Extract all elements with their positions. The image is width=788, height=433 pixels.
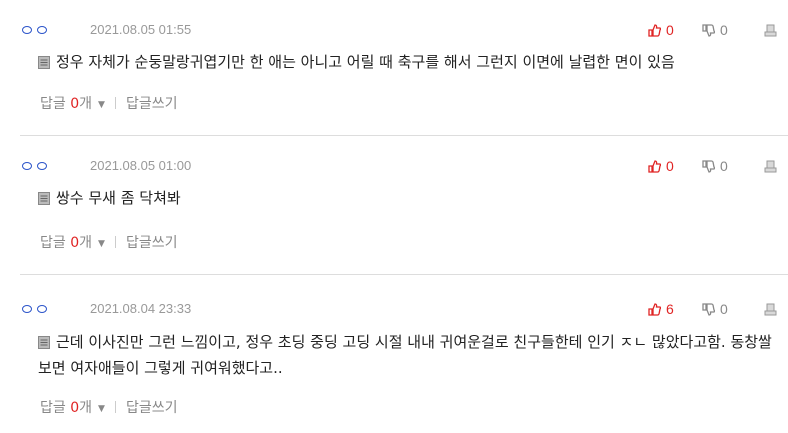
- report-icon[interactable]: [763, 159, 778, 173]
- comment-footer: 답글 0개 ▼ 답글쓰기: [40, 397, 177, 417]
- reply-label: 답글: [40, 400, 66, 416]
- reply-count: 0: [70, 235, 80, 251]
- thumbs-up-icon[interactable]: [648, 303, 661, 316]
- memo-icon: [38, 192, 50, 205]
- reply-count: 0: [70, 96, 80, 112]
- divider: [114, 401, 116, 413]
- write-reply-link[interactable]: 답글쓰기: [126, 96, 178, 112]
- reply-label: 답글: [40, 96, 66, 112]
- reply-count: 0: [70, 400, 80, 416]
- caret-down-icon[interactable]: ▼: [98, 100, 105, 110]
- memo-icon: [38, 336, 50, 349]
- comment-text: 쌍수 무새 좀 닥쳐봐: [56, 189, 181, 207]
- nickname-icon[interactable]: [22, 302, 52, 316]
- comment-footer: 답글 0개 ▼ 답글쓰기: [40, 93, 177, 113]
- reply-count-suffix: 개: [79, 400, 93, 416]
- comment-header: 2021.08.05 01:55 0 0: [20, 22, 788, 40]
- reply-count-suffix: 개: [79, 96, 93, 112]
- reply-toggle[interactable]: 답글 0개 ▼: [40, 235, 105, 251]
- comment-body: 근데 이사진만 그런 느낌이고, 정우 초딩 중딩 고딩 시절 내내 귀여운걸로…: [38, 329, 780, 381]
- divider: [114, 97, 116, 109]
- reply-label: 답글: [40, 235, 66, 251]
- comment: 2021.08.05 01:55 0 0 정우 자체가 순둥말랑귀엽기만 한 애…: [20, 0, 788, 135]
- thumbs-down-icon[interactable]: [702, 24, 715, 37]
- report-icon[interactable]: [763, 23, 778, 37]
- thumbs-up-icon[interactable]: [648, 160, 661, 173]
- reply-count-suffix: 개: [79, 235, 93, 251]
- downvote-count: 0: [720, 158, 728, 174]
- reply-toggle[interactable]: 답글 0개 ▼: [40, 96, 105, 112]
- write-reply-link[interactable]: 답글쓰기: [126, 400, 178, 416]
- vote-area: 6 0: [648, 301, 788, 319]
- memo-icon: [38, 56, 50, 69]
- comment-body: 쌍수 무새 좀 닥쳐봐: [38, 185, 780, 211]
- comment-footer: 답글 0개 ▼ 답글쓰기: [40, 232, 177, 252]
- thumbs-down-icon[interactable]: [702, 160, 715, 173]
- comment-text: 정우 자체가 순둥말랑귀엽기만 한 애는 아니고 어릴 때 축구를 해서 그런지…: [56, 53, 675, 71]
- downvote-count: 0: [720, 301, 728, 317]
- nickname-icon[interactable]: [22, 159, 52, 173]
- caret-down-icon[interactable]: ▼: [98, 239, 105, 249]
- upvote-count: 0: [666, 158, 674, 174]
- reply-toggle[interactable]: 답글 0개 ▼: [40, 400, 105, 416]
- report-icon[interactable]: [763, 302, 778, 316]
- thumbs-down-icon[interactable]: [702, 303, 715, 316]
- comment-header: 2021.08.05 01:00 0 0: [20, 158, 788, 176]
- write-reply-link[interactable]: 답글쓰기: [126, 235, 178, 251]
- vote-area: 0 0: [648, 22, 788, 40]
- caret-down-icon[interactable]: ▼: [98, 404, 105, 414]
- comment: 2021.08.05 01:00 0 0 쌍수 무새 좀 닥쳐봐 답글 0개 ▼ 답…: [20, 136, 788, 274]
- comment-header: 2021.08.04 23:33 6 0: [20, 301, 788, 319]
- upvote-count: 6: [666, 301, 674, 317]
- comment: 2021.08.04 23:33 6 0 근데 이사진만 그런 느낌이고, 정우…: [20, 275, 788, 433]
- upvote-count: 0: [666, 22, 674, 38]
- comment-body: 정우 자체가 순둥말랑귀엽기만 한 애는 아니고 어릴 때 축구를 해서 그런지…: [38, 49, 780, 75]
- comment-text: 근데 이사진만 그런 느낌이고, 정우 초딩 중딩 고딩 시절 내내 귀여운걸로…: [38, 333, 772, 377]
- divider: [114, 236, 116, 248]
- comment-date: 2021.08.05 01:55: [90, 22, 192, 37]
- comment-date: 2021.08.05 01:00: [90, 158, 192, 173]
- thumbs-up-icon[interactable]: [648, 24, 661, 37]
- vote-area: 0 0: [648, 158, 788, 176]
- nickname-icon[interactable]: [22, 23, 52, 37]
- comment-date: 2021.08.04 23:33: [90, 301, 192, 316]
- downvote-count: 0: [720, 22, 728, 38]
